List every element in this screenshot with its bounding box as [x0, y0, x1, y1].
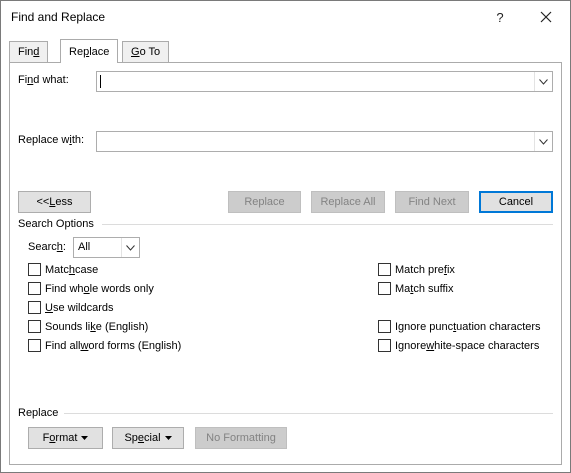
tab-goto[interactable]: Go To	[122, 41, 170, 62]
chevron-down-icon	[126, 244, 135, 251]
find-what-dropdown-button[interactable]	[534, 72, 552, 91]
divider	[64, 413, 553, 414]
find-what-label: Find what:	[18, 74, 69, 86]
close-button[interactable]	[532, 4, 560, 30]
ignore-whitespace-checkbox[interactable]: Ignore w hite-space characters	[378, 339, 539, 352]
checkbox-box	[28, 282, 41, 295]
chevron-down-icon	[539, 138, 548, 145]
find-all-word-forms-checkbox[interactable]: Find all w ord forms (English)	[28, 339, 181, 352]
checkbox-box	[28, 301, 41, 314]
search-label: Search:	[28, 241, 66, 253]
replace-section-heading: Replace	[18, 407, 59, 419]
special-button[interactable]: Sp e cial	[112, 427, 184, 449]
replace-with-label: Replace with:	[18, 134, 85, 146]
no-formatting-button[interactable]: No Formatting	[195, 427, 287, 449]
cancel-button[interactable]: Cancel	[479, 191, 553, 213]
replace-button[interactable]: Replace	[228, 191, 301, 213]
replace-all-button[interactable]: Replace All	[311, 191, 385, 213]
replace-with-input[interactable]	[96, 131, 553, 152]
use-wildcards-checkbox[interactable]: Use wildcards	[28, 301, 113, 314]
checkbox-box	[28, 339, 41, 352]
checkbox-box	[378, 282, 391, 295]
dropdown-arrow-icon	[81, 436, 89, 440]
checkbox-box	[378, 263, 391, 276]
help-button[interactable]: ?	[486, 4, 514, 30]
match-prefix-checkbox[interactable]: Match pre f ix	[378, 263, 455, 276]
match-suffix-checkbox[interactable]: Ma t ch suffix	[378, 282, 454, 295]
find-replace-dialog: Find and Replace ? Fin d Re p lace Go To Fi…	[0, 0, 571, 473]
tab-replace[interactable]: Re p lace	[60, 39, 119, 63]
dropdown-arrow-icon	[164, 436, 172, 440]
find-next-button[interactable]: Find Next	[395, 191, 469, 213]
checkbox-box	[378, 320, 391, 333]
text-caret	[100, 75, 101, 88]
sounds-like-checkbox[interactable]: Sounds li k e (English)	[28, 320, 148, 333]
find-whole-words-checkbox[interactable]: Find wh o le words only	[28, 282, 154, 295]
find-what-input[interactable]	[96, 71, 553, 92]
ignore-punctuation-checkbox[interactable]: Ignore punc t uation characters	[378, 320, 541, 333]
match-case-checkbox[interactable]: Matc h case	[28, 263, 98, 276]
format-button[interactable]: Fo rmat	[28, 427, 103, 449]
search-direction-select[interactable]: All	[73, 237, 140, 258]
checkbox-box	[378, 339, 391, 352]
window-title: Find and Replace	[11, 10, 106, 24]
close-icon	[540, 11, 552, 23]
search-direction-dropdown-button[interactable]	[121, 238, 139, 257]
divider	[102, 224, 553, 225]
chevron-down-icon	[539, 78, 548, 85]
checkbox-box	[28, 263, 41, 276]
tab-find[interactable]: Fin d	[9, 41, 49, 62]
checkbox-box	[28, 320, 41, 333]
replace-with-dropdown-button[interactable]	[534, 132, 552, 151]
less-button[interactable]: << Less	[18, 191, 91, 213]
search-options-heading: Search Options	[18, 218, 94, 230]
